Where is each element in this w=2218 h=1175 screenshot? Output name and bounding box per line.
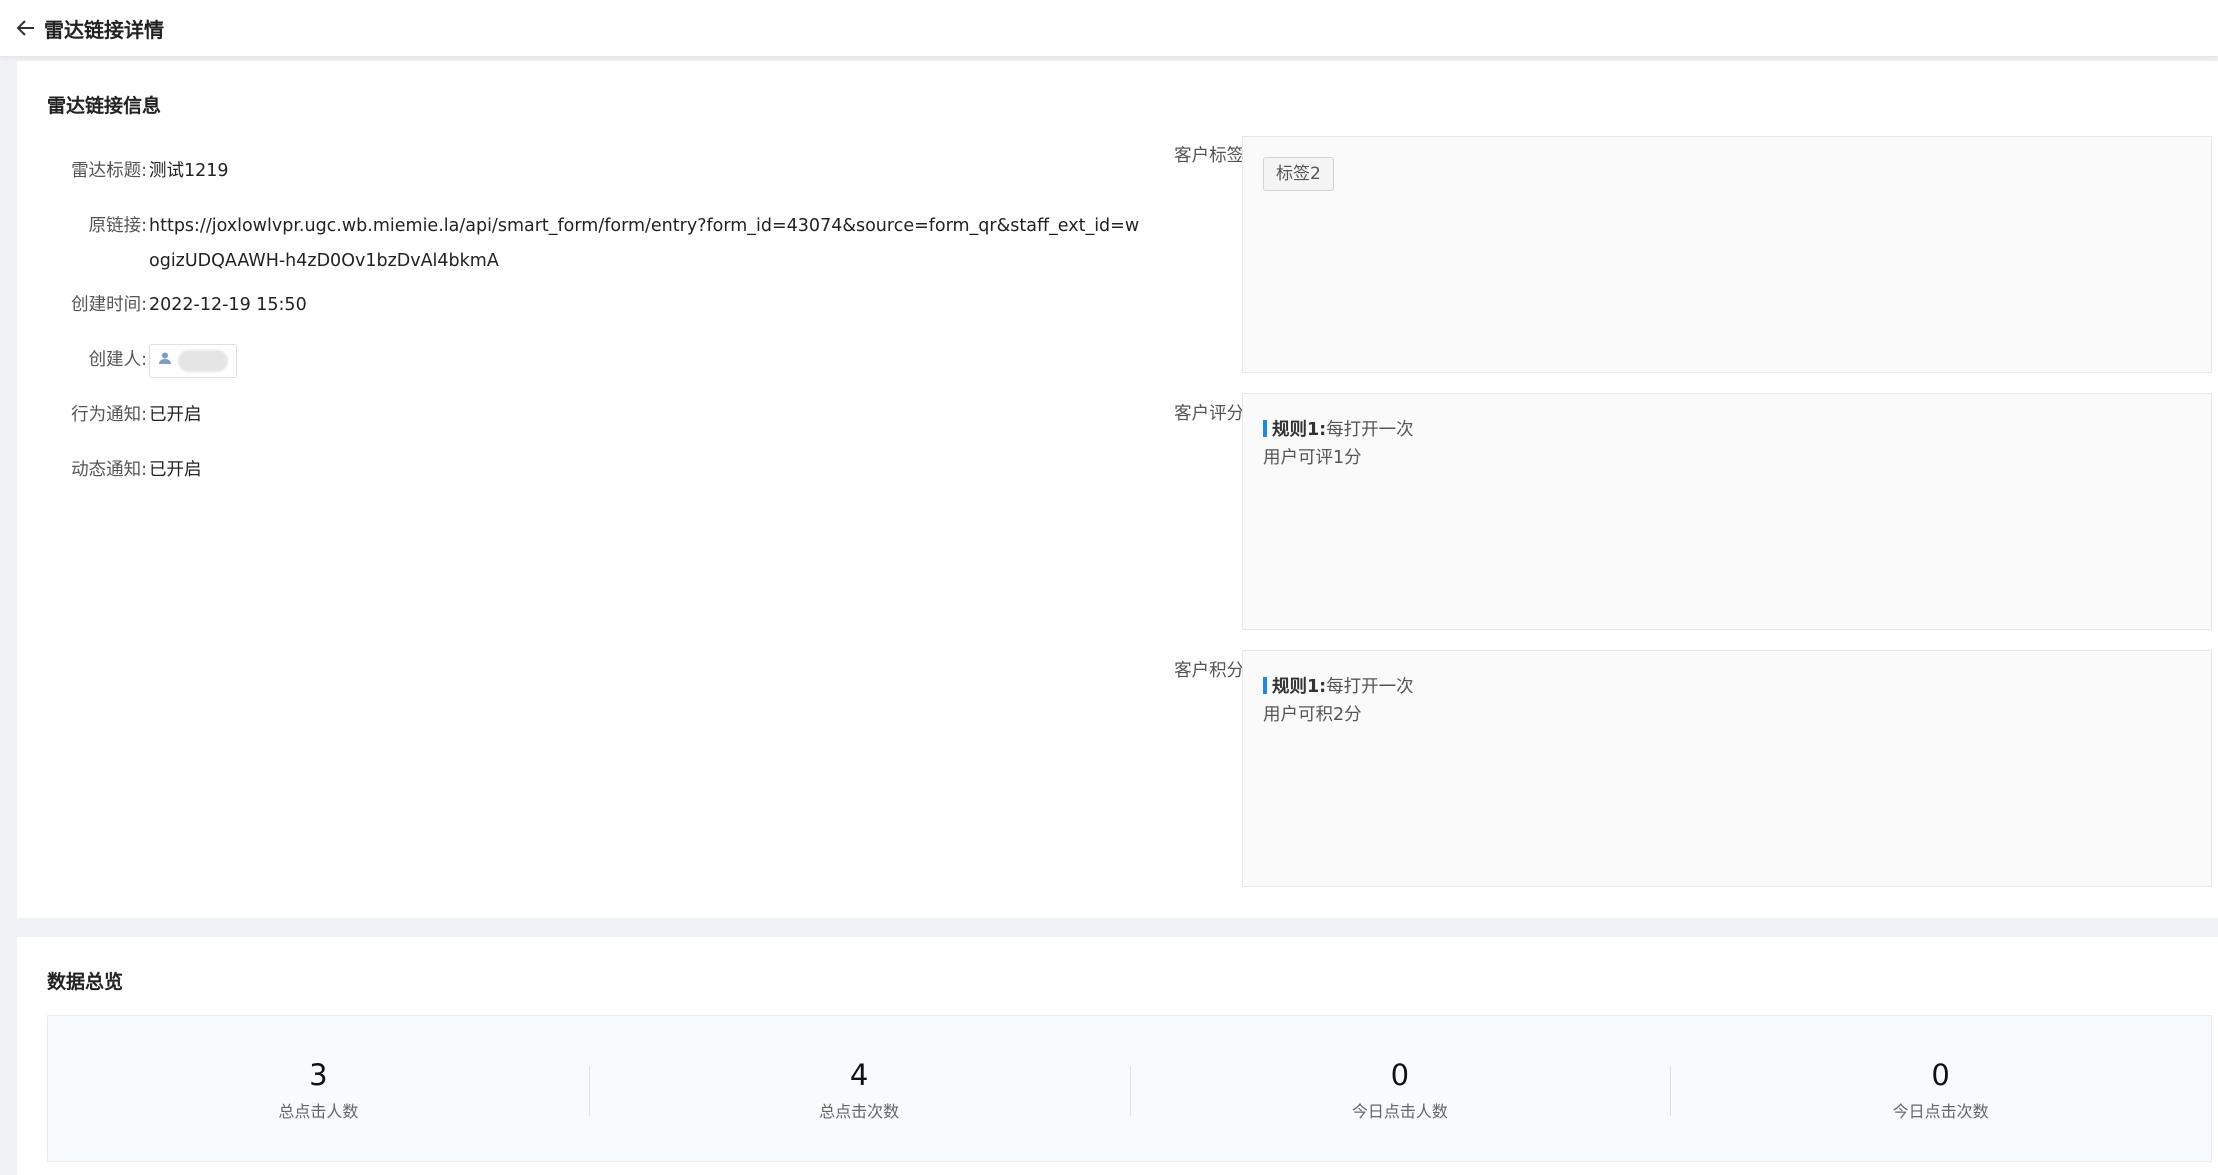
stat-value: 0 <box>1390 1058 1410 1092</box>
data-overview-card: 数据总览 3 总点击人数 4 总点击次数 0 今日点击人数 0 今日点击次数 <box>17 937 2218 1175</box>
radar-link-info-card: 雷达链接信息 雷达标题: 测试1219 原链接: https://joxlowl… <box>17 61 2218 918</box>
field-label: 动态通知: <box>71 460 147 480</box>
stat-label: 今日点击次数 <box>1892 1102 1989 1121</box>
rule-accent-bar <box>1263 677 1267 694</box>
rule-line2: 用户可积2分 <box>1263 705 1362 725</box>
field-dynamic-notify: 动态通知: 已开启 <box>47 453 202 488</box>
rule-line1: 每打开一次 <box>1326 420 1414 440</box>
field-behavior-notify: 行为通知: 已开启 <box>47 398 202 433</box>
customer-points-label: 客户积分: <box>1174 661 1250 681</box>
section-title-info: 雷达链接信息 <box>47 95 162 117</box>
score-rule: 规则1:每打开一次 用户可评1分 <box>1263 416 1414 472</box>
field-label: 雷达标题: <box>71 161 147 181</box>
creator-tag <box>149 343 237 378</box>
customer-tags-box: 标签2 <box>1242 136 2212 373</box>
customer-score-box: 规则1:每打开一次 用户可评1分 <box>1242 393 2212 630</box>
field-value: 2022-12-19 15:50 <box>149 295 307 315</box>
stat-total-clicks: 4 总点击次数 <box>588 1016 1130 1161</box>
page-header: 雷达链接详情 <box>0 0 2218 57</box>
stats-panel: 3 总点击人数 4 总点击次数 0 今日点击人数 0 今日点击次数 <box>47 1015 2212 1162</box>
rule-line2: 用户可评1分 <box>1263 448 1362 468</box>
original-link-value: https://joxlowlvpr.ugc.wb.miemie.la/api/… <box>149 216 1140 271</box>
user-icon <box>158 343 172 378</box>
stat-label: 总点击次数 <box>819 1102 900 1121</box>
arrow-left-icon[interactable] <box>16 16 40 40</box>
section-title-overview: 数据总览 <box>47 971 124 993</box>
field-value: 已开启 <box>149 460 202 480</box>
field-title: 雷达标题: 测试1219 <box>47 154 229 189</box>
stat-today-clicks: 0 今日点击次数 <box>1670 1016 2211 1161</box>
page-title: 雷达链接详情 <box>44 17 164 42</box>
field-label: 行为通知: <box>71 405 147 425</box>
stat-today-visitors: 0 今日点击人数 <box>1129 1016 1671 1161</box>
field-created-time: 创建时间: 2022-12-19 15:50 <box>47 288 307 323</box>
stat-total-visitors: 3 总点击人数 <box>48 1016 589 1161</box>
field-label: 创建人: <box>88 350 147 370</box>
rule-name: 规则1: <box>1272 677 1327 697</box>
stat-value: 3 <box>309 1058 328 1092</box>
field-label: 原链接: <box>88 216 147 236</box>
stat-value: 4 <box>849 1058 869 1092</box>
customer-score-label: 客户评分: <box>1174 404 1250 424</box>
field-value: 已开启 <box>149 405 202 425</box>
creator-name-redacted <box>178 349 228 372</box>
field-creator: 创建人: <box>47 343 237 378</box>
customer-tags-label: 客户标签: <box>1174 146 1250 166</box>
rule-line1: 每打开一次 <box>1326 677 1414 697</box>
field-value: 测试1219 <box>149 161 229 181</box>
stat-label: 总点击人数 <box>278 1102 359 1121</box>
customer-points-box: 规则1:每打开一次 用户可积2分 <box>1242 650 2212 887</box>
rule-name: 规则1: <box>1272 420 1327 440</box>
field-original-link: 原链接: https://joxlowlvpr.ugc.wb.miemie.la… <box>47 209 1147 279</box>
stat-value: 0 <box>1931 1058 1950 1092</box>
rule-accent-bar <box>1263 420 1267 437</box>
stat-label: 今日点击人数 <box>1351 1102 1448 1121</box>
points-rule: 规则1:每打开一次 用户可积2分 <box>1263 673 1414 729</box>
field-label: 创建时间: <box>71 295 147 315</box>
tag-chip: 标签2 <box>1263 157 1334 191</box>
